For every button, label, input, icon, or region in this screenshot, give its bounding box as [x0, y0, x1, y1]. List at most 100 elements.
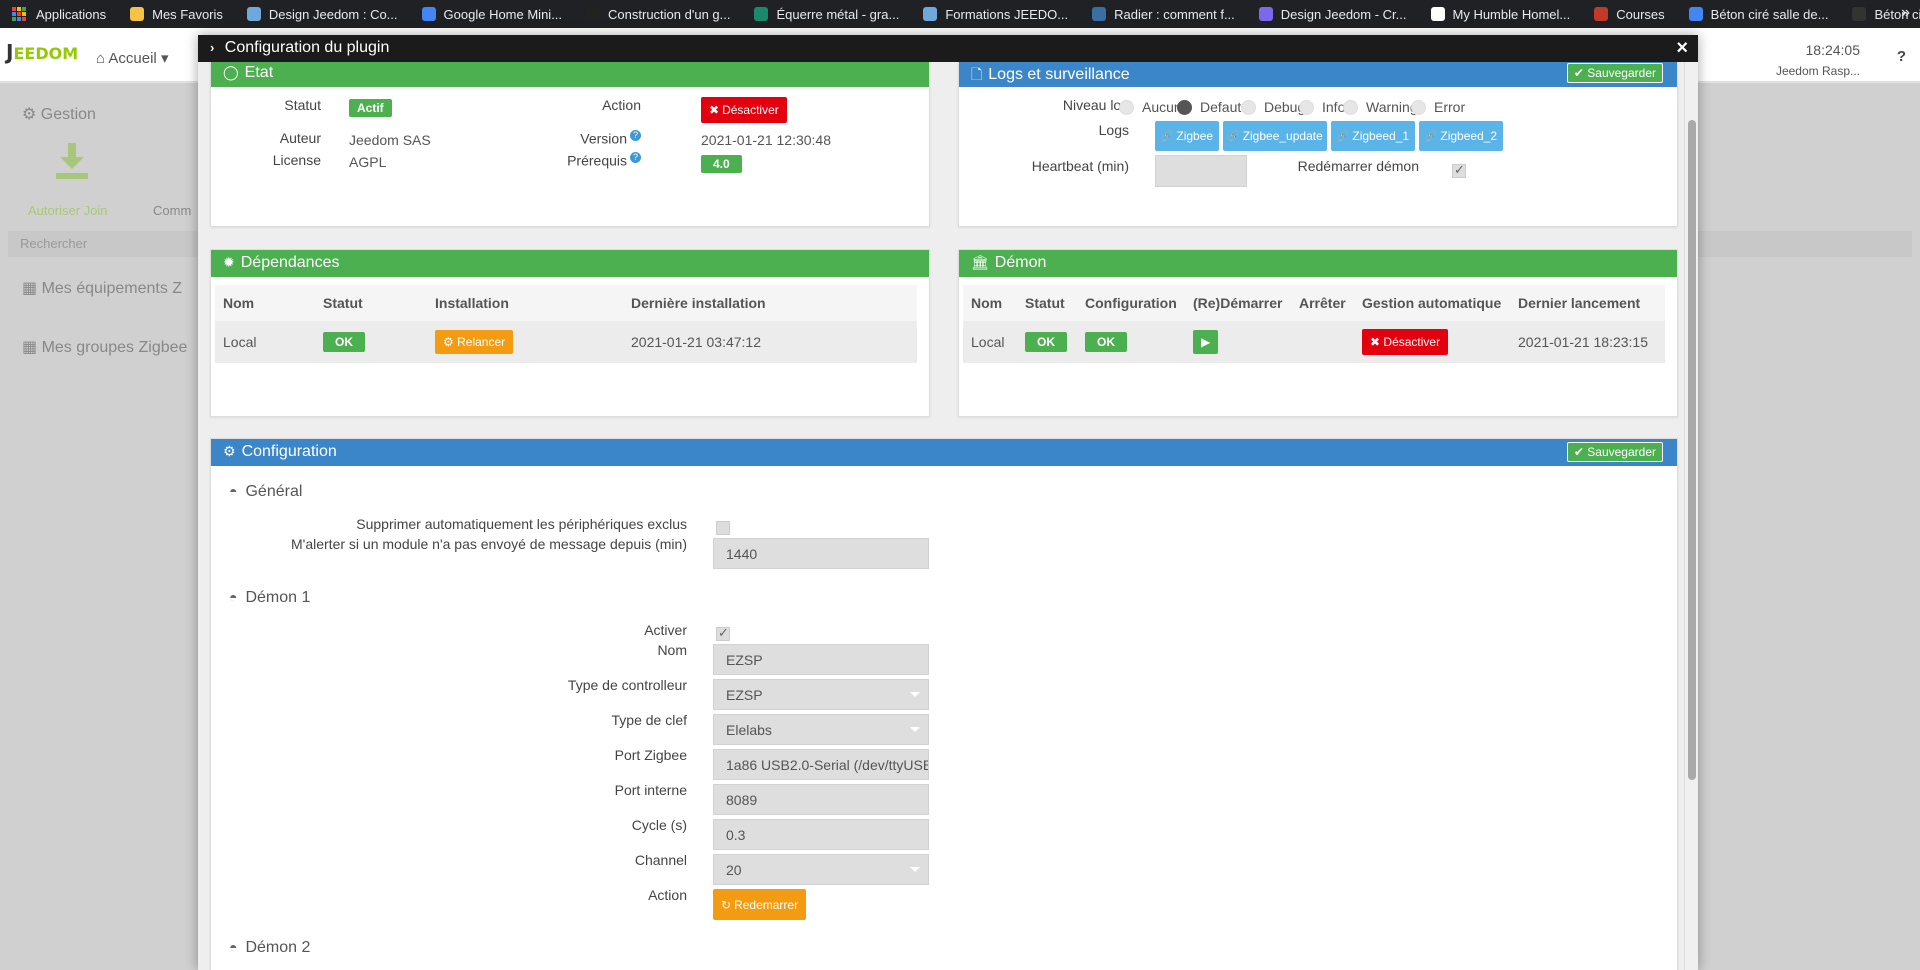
type-controlleur-select[interactable]: EZSP [713, 679, 929, 710]
download-icon [56, 143, 88, 179]
bookmark-item[interactable]: Formations JEEDO... [923, 7, 1068, 22]
caret-down-icon [910, 867, 920, 872]
logs-panel-header: 🗋 Logs et surveillance ✔ Sauvegarder [959, 62, 1677, 87]
file-icon: 🗋 [971, 66, 983, 82]
log-file-button[interactable]: 🔗 Zigbee [1155, 121, 1219, 151]
alert-input[interactable]: 1440 [713, 538, 929, 569]
more-bookmarks-icon[interactable]: » [1901, 4, 1910, 22]
demon-nom: Local [963, 321, 1017, 363]
modal-body: ◯ Etat Statut Actif Action ✖ Désactiver Au… [198, 62, 1698, 970]
col-installation: Installation [427, 285, 623, 321]
dep-statut-badge: OK [323, 332, 365, 352]
bookmark-label: Équerre métal - gra... [776, 6, 900, 22]
help-circle-icon[interactable]: ? [630, 130, 641, 141]
favicon-icon [1688, 7, 1703, 21]
demon-dernier-lancement: 2021-01-21 18:23:15 [1510, 321, 1665, 363]
logs-label: Logs [1098, 122, 1129, 138]
log-file-button[interactable]: 🔗 Zigbee_update [1223, 121, 1327, 151]
log-level-radio[interactable]: Info [1299, 99, 1345, 115]
log-level-radio[interactable]: Error [1411, 99, 1465, 115]
radio-circle[interactable] [1119, 99, 1134, 115]
bookmark-item[interactable]: Design Jeedom - Cr... [1258, 7, 1407, 22]
logs-save-button[interactable]: ✔ Sauvegarder [1566, 63, 1663, 83]
cycle-label: Cycle (s) [631, 817, 687, 833]
nav-home-menu[interactable]: ⌂ Accueil ▾ [96, 49, 168, 67]
log-file-button[interactable]: 🔗 Zigbeed_2 [1419, 121, 1503, 151]
prerequis-badge: 4.0 [701, 155, 742, 173]
apps-grid-icon [12, 7, 26, 21]
radio-circle[interactable] [1411, 99, 1426, 115]
log-level-radio[interactable]: Aucun [1119, 99, 1182, 115]
gestion-heading: ⚙ Gestion [22, 106, 96, 123]
demon-panel-header: 🏛 Démon [959, 250, 1677, 277]
suppr-checkbox[interactable] [716, 521, 730, 535]
type-clef-select[interactable]: Elelabs [713, 714, 929, 745]
bookmark-item[interactable]: Mes Favoris [130, 7, 223, 22]
help-icon[interactable]: ? [1897, 48, 1906, 65]
bookmark-item[interactable]: Google Home Mini... [421, 7, 562, 22]
channel-select[interactable]: 20 [713, 854, 929, 885]
desactiver-gestion-button[interactable]: ✖ Désactiver [1362, 329, 1449, 355]
nom-label: Nom [657, 642, 687, 658]
suppr-label: Supprimer automatiquement les périphériq… [356, 516, 687, 532]
radio-circle[interactable] [1343, 99, 1358, 115]
log-level-radio[interactable]: Debug [1241, 99, 1305, 115]
dependances-table: Nom Statut Installation Dernière install… [215, 285, 917, 363]
heartbeat-input[interactable] [1155, 155, 1247, 187]
log-level-radio[interactable]: Defaut [1177, 99, 1241, 115]
cycle-input[interactable]: 0.3 [713, 819, 929, 850]
activer-checkbox[interactable] [716, 625, 730, 641]
bookmark-item[interactable]: Courses [1594, 7, 1665, 22]
bookmark-item[interactable]: Design Jeedom : Co... [246, 7, 398, 22]
close-icon[interactable]: × [1676, 38, 1688, 58]
communication-button[interactable]: Comm [153, 203, 191, 218]
jeedom-logo[interactable]: JEEDOM [6, 40, 78, 64]
col-dernier-lancement: Dernier lancement [1510, 285, 1665, 321]
redemarrer-button[interactable]: ↻ Redemarrer [713, 889, 807, 920]
dependances-panel-header: ✹ Dépendances [211, 250, 929, 277]
log-file-label: Zigbeed_2 [1440, 129, 1498, 143]
bookmark-item[interactable]: Construction d'un g... [586, 7, 730, 22]
dep-derniere-installation: 2021-01-21 03:47:12 [623, 321, 917, 363]
redemarrer-demon-label: Redémarrer démon [1297, 158, 1419, 174]
redemarrer-demon-checkbox[interactable] [1452, 162, 1466, 178]
log-file-button[interactable]: 🔗 Zigbeed_1 [1331, 121, 1415, 151]
refresh-icon: ↻ [721, 897, 732, 912]
desactiver-plugin-button[interactable]: ✖ Désactiver [701, 97, 787, 123]
scrollbar-thumb[interactable] [1688, 120, 1696, 780]
bookmark-item[interactable]: My Humble Homel... [1430, 7, 1570, 22]
certificate-icon: ✹ [223, 254, 235, 270]
autoriser-join-button[interactable]: Autoriser Join [28, 203, 107, 218]
config-save-button[interactable]: ✔ Sauvegarder [1566, 442, 1663, 462]
play-icon[interactable]: ▶ [1193, 330, 1219, 354]
bookmark-item[interactable]: Radier : comment f... [1092, 7, 1235, 22]
nom-input[interactable]: EZSP [713, 644, 929, 675]
table-row: Local OK OK ▶ ✖ Désactiver 2021-01-21 18… [963, 321, 1665, 363]
log-level-label: Error [1434, 99, 1466, 115]
cogs-icon: ⚙ [223, 443, 236, 459]
radio-circle[interactable] [1177, 99, 1192, 115]
favicon-icon [1258, 7, 1273, 21]
bookmark-item[interactable]: Béton ciré salle de... [1688, 7, 1828, 22]
table-row: Local OK ⚙ Relancer 2021-01-21 03:47:12 [215, 321, 917, 363]
log-level-label: Defaut [1200, 99, 1242, 115]
type-controlleur-label: Type de controlleur [567, 677, 687, 693]
radio-circle[interactable] [1299, 99, 1314, 115]
help-circle-icon[interactable]: ? [630, 152, 641, 163]
user-secret-icon: ◓ [229, 483, 238, 499]
port-interne-input[interactable]: 8089 [713, 784, 929, 815]
auteur-label: Auteur [279, 130, 321, 146]
radio-circle[interactable] [1241, 99, 1256, 115]
bookmark-apps[interactable]: Applications [12, 7, 106, 22]
general-section-title: ◓ Général [229, 483, 303, 500]
port-zigbee-input[interactable]: 1a86 USB2.0-Serial (/dev/ttyUSB0) [713, 749, 929, 780]
col-gestion-automatique: Gestion automatique [1354, 285, 1510, 321]
channel-label: Channel [634, 852, 687, 868]
modal-scrollbar[interactable] [1684, 62, 1698, 970]
arreter-cell [1291, 321, 1354, 363]
log-file-label: Zigbeed_1 [1352, 129, 1410, 143]
log-level-radio[interactable]: Warning [1343, 99, 1418, 115]
relancer-button[interactable]: ⚙ Relancer [435, 330, 514, 354]
bookmark-item[interactable]: Équerre métal - gra... [754, 7, 899, 22]
license-value: AGPL [349, 154, 387, 170]
